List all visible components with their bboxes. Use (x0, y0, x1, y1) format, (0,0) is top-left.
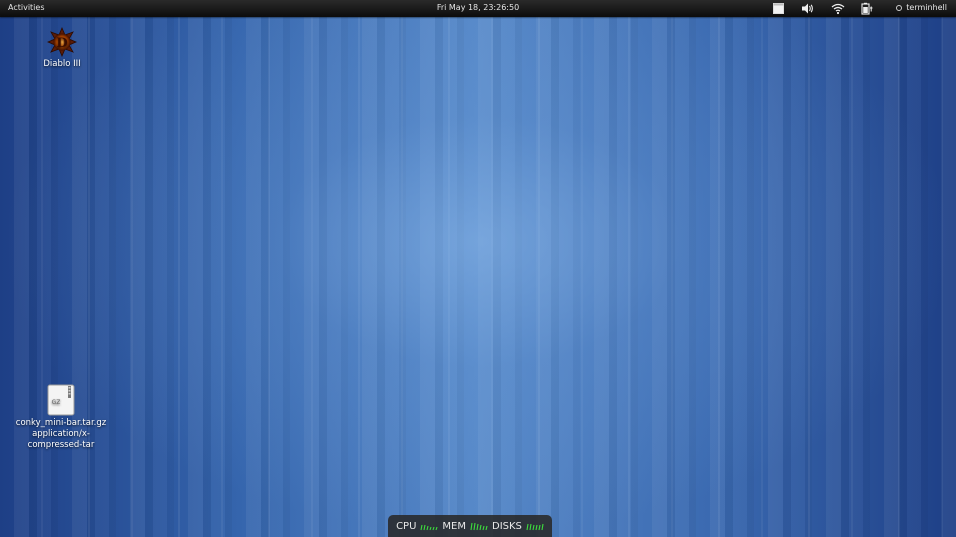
gz-archive-icon: GZ (46, 384, 76, 416)
svg-text:D: D (56, 36, 67, 51)
desktop[interactable]: Activities Fri May 18, 23:26:50 terminhe… (0, 0, 956, 537)
user-menu[interactable]: terminhell (896, 3, 947, 12)
desktop-icon-diablo[interactable]: D Diablo III (16, 26, 108, 70)
mem-meter-icon (470, 522, 488, 531)
desktop-icon-label: Diablo III (43, 59, 81, 69)
activities-button[interactable]: Activities (8, 3, 45, 12)
archive-badge: GZ (52, 399, 61, 406)
disks-meter-icon (526, 522, 544, 531)
conky-cpu-label: CPU (396, 520, 417, 532)
cpu-meter-icon (420, 522, 438, 531)
diablo-icon: D (46, 26, 78, 58)
conky-disks-label: DISKS (492, 520, 522, 532)
battery-icon[interactable] (860, 2, 874, 15)
clock-button[interactable]: Fri May 18, 23:26:50 (437, 3, 519, 12)
volume-icon[interactable] (801, 2, 815, 15)
conky-mem-label: MEM (442, 520, 466, 532)
user-status-icon (896, 4, 903, 11)
desktop-icon-label: conky_mini-bar.tar.gz application/x-comp… (15, 418, 107, 450)
desktop-icon-conky-archive[interactable]: GZ conky_mini-bar.tar.gz application/x-c… (15, 384, 107, 451)
wifi-icon[interactable] (831, 2, 845, 15)
top-panel: Activities Fri May 18, 23:26:50 terminhe… (0, 0, 956, 17)
conky-bar: CPU MEM DISKS (388, 515, 552, 537)
window-icon[interactable] (772, 2, 786, 15)
user-name: terminhell (906, 3, 947, 12)
